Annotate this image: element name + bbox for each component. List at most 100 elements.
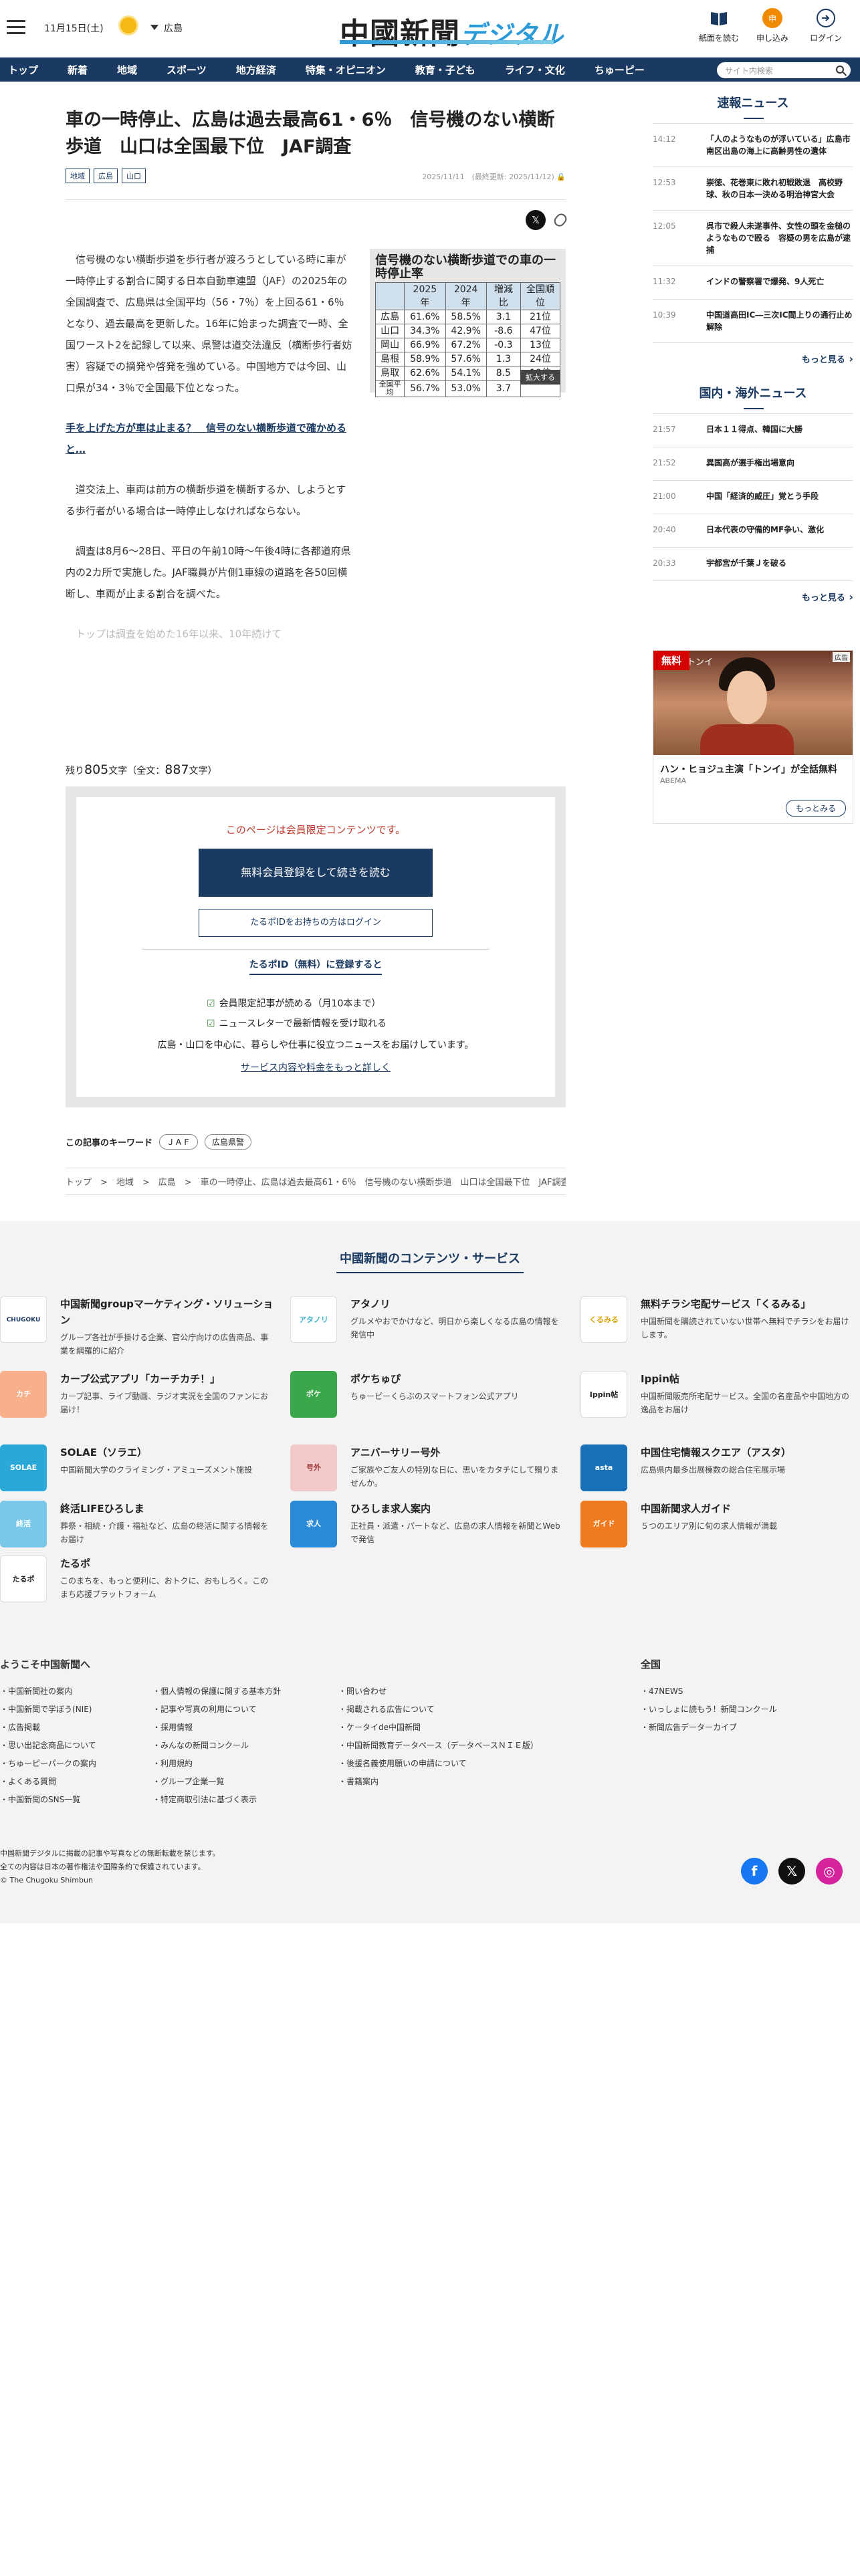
footer-link[interactable]: 記事や写真の利用について: [152, 1701, 281, 1719]
footer-link[interactable]: よくある質問: [0, 1773, 96, 1791]
more-link[interactable]: もっと見る: [653, 342, 853, 374]
service-details-link[interactable]: サービス内容や料金をもっと詳しく: [241, 1061, 391, 1074]
nav-life[interactable]: ライフ・文化: [505, 63, 565, 77]
service-item[interactable]: SOLAE SOLAE（ソラエ） 中国新聞大学のクライミング・アミューズメント施設: [0, 1444, 274, 1491]
sidebar: 速報ニュース 14:12 「人のようなものが浮いている」広島市南区出島の海上に高齢…: [653, 84, 853, 613]
tag-chiiki[interactable]: 地域: [66, 169, 90, 183]
service-item[interactable]: ガイド 中国新聞求人ガイド ５つのエリア別に旬の求人情報が満載: [580, 1501, 855, 1547]
footer-link[interactable]: 個人情報の保護に関する基本方針: [152, 1683, 281, 1701]
footer-link[interactable]: 中国新聞のSNS一覧: [0, 1791, 96, 1809]
related-article-link[interactable]: 手を上げた方が車は止まる？ 信号のない横断歩道で確かめると…: [66, 417, 353, 460]
news-item[interactable]: 21:52 異国高が選手権出場意向: [653, 447, 853, 480]
breadcrumb[interactable]: トップ > 地域 > 広島 > 車の一時停止、広島は過去最高61・6％ 信号機の…: [66, 1168, 566, 1195]
footer-link[interactable]: 掲載される広告について: [338, 1701, 538, 1719]
news-item[interactable]: 11:32 インドの警察署で爆発、9人死亡: [653, 265, 853, 299]
main-nav: トップ 新着 地域 スポーツ 地方経済 特集・オピニオン 教育・子ども ライフ・…: [0, 58, 860, 82]
benefit-item: 会員限定記事が読める（月10本まで）: [207, 998, 381, 1009]
nav-local[interactable]: 地域: [117, 63, 137, 77]
divider: [142, 949, 490, 950]
ad-show-title: トンイ: [687, 657, 714, 667]
footer-link[interactable]: いっしょに読もう！新聞コンクール: [641, 1701, 777, 1719]
service-item[interactable]: CHUGOKU 中国新聞groupマーケティング・ソリューション グループ各社が手掛…: [0, 1296, 274, 1358]
service-item[interactable]: アタノリ アタノリ グルメやおでかけなど、明日から楽しくなる広島の情報を発信中: [290, 1296, 564, 1343]
footer-link[interactable]: 問い合わせ: [338, 1683, 538, 1701]
keywords-label: この記事のキーワード: [66, 1138, 153, 1148]
footer-link[interactable]: みんなの新聞コンクール: [152, 1737, 281, 1755]
article-paragraph: 信号機のない横断歩道を歩行者が渡ろうとしている時に車が一時停止する割合に関する日…: [66, 253, 352, 394]
world-title: 国内・海外ニュース: [653, 374, 853, 413]
footer-link[interactable]: 特定商取引法に基づく表示: [152, 1791, 281, 1809]
facebook-icon[interactable]: f: [741, 1858, 768, 1885]
service-item[interactable]: 終活 終活LIFEひろしま 葬祭・相続・介護・福祉など、広島の終活に関する情報をお届…: [0, 1501, 274, 1547]
copy-link-icon[interactable]: [552, 211, 569, 229]
x-share-icon[interactable]: 𝕏: [526, 210, 546, 230]
register-button[interactable]: 無料会員登録をして続きを読む: [199, 849, 433, 897]
nav-chupy[interactable]: ちゅーピー: [595, 63, 645, 77]
footer-link[interactable]: 利用規約: [152, 1755, 281, 1773]
news-item[interactable]: 20:33 宇都宮が千葉Ｊを破る: [653, 547, 853, 580]
paywall-login-button[interactable]: たるポIDをお持ちの方はログイン: [199, 909, 433, 937]
keyword-chip[interactable]: ＪＡＦ: [159, 1134, 199, 1150]
nav-top[interactable]: トップ: [8, 63, 38, 77]
news-item[interactable]: 21:00 中国「経済的威圧」覚とう手段: [653, 480, 853, 514]
instagram-icon[interactable]: ◎: [816, 1858, 843, 1885]
subscribe-button[interactable]: 申 申し込み: [749, 8, 796, 43]
nav-opinion[interactable]: 特集・オピニオン: [306, 63, 386, 77]
service-item[interactable]: たるポ たるポ このまちを、もっと便利に、おトクに、おもしろく。このまち応援プラット…: [0, 1555, 274, 1602]
hamburger-menu-icon[interactable]: [7, 20, 25, 35]
footer-link[interactable]: ケータイde中国新聞: [338, 1719, 538, 1737]
article-figure[interactable]: 信号機のない横断歩道での車の一時停止率 2025年 2024年 増減比 全国順位 広島…: [370, 249, 566, 397]
footer-link[interactable]: 新聞広告データーカイブ: [641, 1719, 777, 1737]
nav-economy[interactable]: 地方経済: [236, 63, 276, 77]
footer-link[interactable]: 広告掲載: [0, 1719, 96, 1737]
nav-sports[interactable]: スポーツ: [167, 63, 207, 77]
atanori-logo-icon: アタノリ: [290, 1296, 337, 1343]
service-item[interactable]: Ippin帖 Ippin帖 中国新聞販売所宅配サービス。全国の名産品や中国地方の逸品…: [580, 1371, 855, 1418]
login-button[interactable]: ログイン: [802, 8, 849, 43]
service-item[interactable]: カチ カープ公式アプリ「カーチカチ！」 カープ記事、ライブ動画、ラジオ実況を全国のフ…: [0, 1371, 274, 1418]
footer-link[interactable]: 中国新聞社の案内: [0, 1683, 96, 1701]
remaining-count: 残り805文字（全文：887文字）: [66, 762, 217, 777]
subscribe-icon: 申: [762, 8, 782, 28]
keyword-chip[interactable]: 広島県警: [205, 1134, 252, 1150]
news-item[interactable]: 21:57 日本１１得点、韓国に大勝: [653, 413, 853, 447]
news-item[interactable]: 12:05 呉市で殺人未遂事件、女性の頭を金槌のようなもので殴る 容疑の男を広島が…: [653, 210, 853, 265]
news-item[interactable]: 20:40 日本代表の守備的MF争い、激化: [653, 514, 853, 547]
x-icon[interactable]: 𝕏: [778, 1858, 805, 1885]
solae-logo-icon: SOLAE: [0, 1444, 47, 1491]
service-item[interactable]: ポケ ポケちゅぴ ちゅーピーくらぶのスマートフォン公式アプリ: [290, 1371, 564, 1418]
lock-icon: 🔒: [556, 173, 566, 181]
footer-link[interactable]: 後援名義使用願いの申請について: [338, 1755, 538, 1773]
service-item[interactable]: 号外 アニバーサリー号外 ご家族やご友人の特別な日に、思いをカタチにして贈りませんか…: [290, 1444, 564, 1491]
news-item[interactable]: 10:39 中国道高田IC―三次IC間上りの通行止め解除: [653, 299, 853, 342]
faded-paragraph: トップは調査を始めた16年以来、10年続けて: [76, 628, 282, 640]
search-icon[interactable]: [836, 66, 844, 74]
zoom-button[interactable]: 拡大する: [520, 370, 560, 385]
nav-new[interactable]: 新着: [68, 63, 88, 77]
more-link[interactable]: もっと見る: [653, 580, 853, 613]
footer-link[interactable]: 中国新聞で学ぼう(NIE): [0, 1701, 96, 1719]
footer-link[interactable]: 47NEWS: [641, 1683, 777, 1701]
footer-link[interactable]: ちゅーピーパークの案内: [0, 1755, 96, 1773]
service-item[interactable]: asta 中国住宅情報スクエア（アスタ） 広島県内最多出展棟数の総合住宅展示場: [580, 1444, 855, 1491]
footer-link[interactable]: 書籍案内: [338, 1773, 538, 1791]
nav-education[interactable]: 教育・子ども: [415, 63, 475, 77]
ad-more-button[interactable]: もっとみる: [785, 800, 846, 817]
footer-link[interactable]: グループ企業一覧: [152, 1773, 281, 1791]
site-logo[interactable]: 中國新聞デジタル: [340, 9, 564, 52]
news-item[interactable]: 12:53 崇徳、花巻東に敗れ初戦敗退 高校野球、秋の日本一決める明治神宮大会: [653, 167, 853, 210]
news-item[interactable]: 14:12 「人のようなものが浮いている」広島市南区出島の海上に高齢男性の遺体: [653, 123, 853, 167]
tag-yamaguchi[interactable]: 山口: [122, 169, 146, 183]
search-input[interactable]: サイト内検索: [717, 62, 851, 78]
read-paper-button[interactable]: 紙面を読む: [695, 8, 742, 43]
paywall-message: このページは会員限定コンテンツです。: [225, 824, 406, 836]
region-selector[interactable]: 広島: [150, 21, 183, 35]
footer-link[interactable]: 採用情報: [152, 1719, 281, 1737]
footer-link[interactable]: 思い出記念商品について: [0, 1737, 96, 1755]
footer-link[interactable]: 中国新聞教育データベース（データベースＮＩＥ版）: [338, 1737, 538, 1755]
service-item[interactable]: 求人 ひろしま求人案内 正社員・派遣・パートなど、広島の求人情報を新聞とWebで発信: [290, 1501, 564, 1547]
asta-logo-icon: asta: [580, 1444, 627, 1491]
service-item[interactable]: くるみる 無料チラシ宅配サービス「くるみる」 中国新聞を購読されていない世帯へ無料で…: [580, 1296, 855, 1343]
tag-hiroshima[interactable]: 広島: [94, 169, 118, 183]
ad-banner[interactable]: 無料 トンイ 広告 ハン・ヒョジュ主演「トンイ」が全話無料 ABEMA もっとみ…: [653, 650, 853, 824]
